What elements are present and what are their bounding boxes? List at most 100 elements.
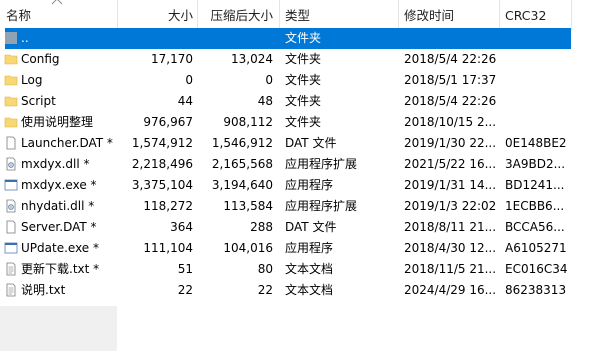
file-type: 应用程序扩展 (285, 157, 358, 171)
column-divider[interactable] (279, 0, 280, 31)
file-crc32: A6105271 (505, 241, 567, 255)
column-header-size[interactable]: 大小 (119, 0, 193, 31)
file-row[interactable]: Server.DAT * 364 288 DAT 文件 2018/8/11 21... B… (0, 217, 613, 238)
folder-icon (4, 73, 18, 87)
file-name: .. (21, 31, 29, 45)
file-row[interactable]: Launcher.DAT * 1,574,912 1,546,912 DAT 文件 20… (0, 133, 613, 154)
file-type: 文件夹 (285, 31, 322, 45)
column-divider[interactable] (499, 0, 500, 31)
file-name: nhydati.dll * (21, 199, 95, 213)
file-compressed-size: 113,584 (223, 199, 273, 213)
file-modified: 2024/4/29 16... (404, 283, 496, 297)
file-row[interactable]: UPdate.exe * 111,104 104,016 应用程序 2018/4/30 … (0, 238, 613, 259)
file-name: UPdate.exe * (21, 241, 99, 255)
file-size: 111,104 (143, 241, 193, 255)
file-crc32: 0E148BE2 (505, 136, 567, 150)
file-size: 22 (177, 283, 193, 297)
file-size: 976,967 (143, 115, 193, 129)
file-name: Script (21, 94, 56, 108)
file-size (119, 28, 193, 49)
file-icon (4, 220, 18, 234)
file-crc32: 3A9BD2... (505, 157, 566, 171)
file-row[interactable]: .. 文件夹 (0, 28, 613, 49)
file-crc32 (505, 91, 575, 112)
file-compressed-size: 80 (257, 262, 273, 276)
file-icon (4, 136, 18, 150)
file-modified (404, 28, 496, 49)
file-compressed-size: 3,194,640 (211, 178, 273, 192)
file-size: 17,170 (151, 52, 193, 66)
file-size: 118,272 (143, 199, 193, 213)
file-name: Launcher.DAT * (21, 136, 113, 150)
column-divider[interactable] (571, 0, 572, 31)
file-name: 更新下载.txt * (21, 262, 100, 276)
column-header-type[interactable]: 类型 (285, 0, 310, 31)
column-header-name[interactable]: 名称 (6, 0, 31, 31)
file-size: 51 (177, 262, 193, 276)
folder-up-icon (4, 31, 18, 45)
file-name: Config (21, 52, 60, 66)
list-empty-area (0, 306, 117, 351)
file-crc32 (505, 28, 575, 49)
file-compressed-size: 104,016 (223, 241, 273, 255)
file-type: 文本文档 (285, 283, 334, 297)
file-row[interactable]: Script 44 48 文件夹 2018/5/4 22:26 (0, 91, 613, 112)
file-size: 0 (185, 73, 193, 87)
file-crc32 (505, 112, 575, 133)
column-divider[interactable] (117, 0, 118, 31)
file-name: mxdyx.exe * (21, 178, 97, 192)
file-crc32 (505, 49, 575, 70)
file-size: 364 (170, 220, 193, 234)
column-divider[interactable] (398, 0, 399, 31)
file-compressed-size: 1,546,912 (211, 136, 273, 150)
file-crc32: BD1241... (505, 178, 565, 192)
column-header-compressed-size[interactable]: 压缩后大小 (198, 0, 273, 31)
file-modified: 2018/11/5 21... (404, 262, 496, 276)
column-header-bar: 名称 大小 压缩后大小 类型 修改时间 CRC32 (0, 0, 613, 31)
file-size: 3,375,104 (131, 178, 193, 192)
dll-icon (4, 199, 18, 213)
file-name: 说明.txt (21, 283, 66, 297)
file-row[interactable]: 更新下载.txt * 51 80 文本文档 2018/11/5 21... EC016C3… (0, 259, 613, 280)
file-modified: 2018/4/30 12... (404, 241, 496, 255)
file-type: 文件夹 (285, 52, 322, 66)
file-modified: 2018/5/4 22:26 (404, 52, 496, 66)
file-modified: 2021/5/22 16... (404, 157, 496, 171)
file-size: 2,218,496 (131, 157, 193, 171)
file-type: DAT 文件 (285, 220, 337, 234)
file-row[interactable]: 使用说明整理 976,967 908,112 文件夹 2018/10/15 2... (0, 112, 613, 133)
file-name: Log (21, 73, 43, 87)
file-compressed-size: 288 (250, 220, 273, 234)
file-crc32: BCCA56... (505, 220, 565, 234)
sort-ascending-icon[interactable] (51, 0, 63, 6)
file-row[interactable]: mxdyx.exe * 3,375,104 3,194,640 应用程序 2019/1/… (0, 175, 613, 196)
folder-icon (4, 94, 18, 108)
file-modified: 2019/1/30 22... (404, 136, 496, 150)
file-type: 文件夹 (285, 115, 322, 129)
file-crc32: 86238313 (505, 283, 567, 297)
file-type: 文件夹 (285, 94, 322, 108)
file-modified: 2019/1/3 22:02 (404, 199, 496, 213)
file-crc32 (505, 70, 575, 91)
dll-icon (4, 157, 18, 171)
file-type: DAT 文件 (285, 136, 337, 150)
file-row[interactable]: 说明.txt 22 22 文本文档 2024/4/29 16... 86238313 (0, 280, 613, 301)
txt-icon (4, 262, 18, 276)
column-header-crc32[interactable]: CRC32 (505, 0, 546, 31)
file-type: 应用程序扩展 (285, 199, 358, 213)
file-row[interactable]: Log 0 0 文件夹 2018/5/1 17:37 (0, 70, 613, 91)
file-modified: 2018/10/15 2... (404, 115, 496, 129)
txt-icon (4, 283, 18, 297)
folder-icon (4, 115, 18, 129)
file-row[interactable]: mxdyx.dll * 2,218,496 2,165,568 应用程序扩展 2021/… (0, 154, 613, 175)
file-type: 应用程序 (285, 241, 334, 255)
file-compressed-size: 13,024 (231, 52, 273, 66)
file-compressed-size: 0 (265, 73, 273, 87)
file-row[interactable]: Config 17,170 13,024 文件夹 2018/5/4 22:26 (0, 49, 613, 70)
file-modified: 2018/8/11 21... (404, 220, 496, 234)
file-compressed-size (198, 28, 273, 49)
column-header-modified[interactable]: 修改时间 (404, 0, 454, 31)
file-row[interactable]: nhydati.dll * 118,272 113,584 应用程序扩展 2019/1/… (0, 196, 613, 217)
file-compressed-size: 908,112 (223, 115, 273, 129)
file-type: 应用程序 (285, 178, 334, 192)
